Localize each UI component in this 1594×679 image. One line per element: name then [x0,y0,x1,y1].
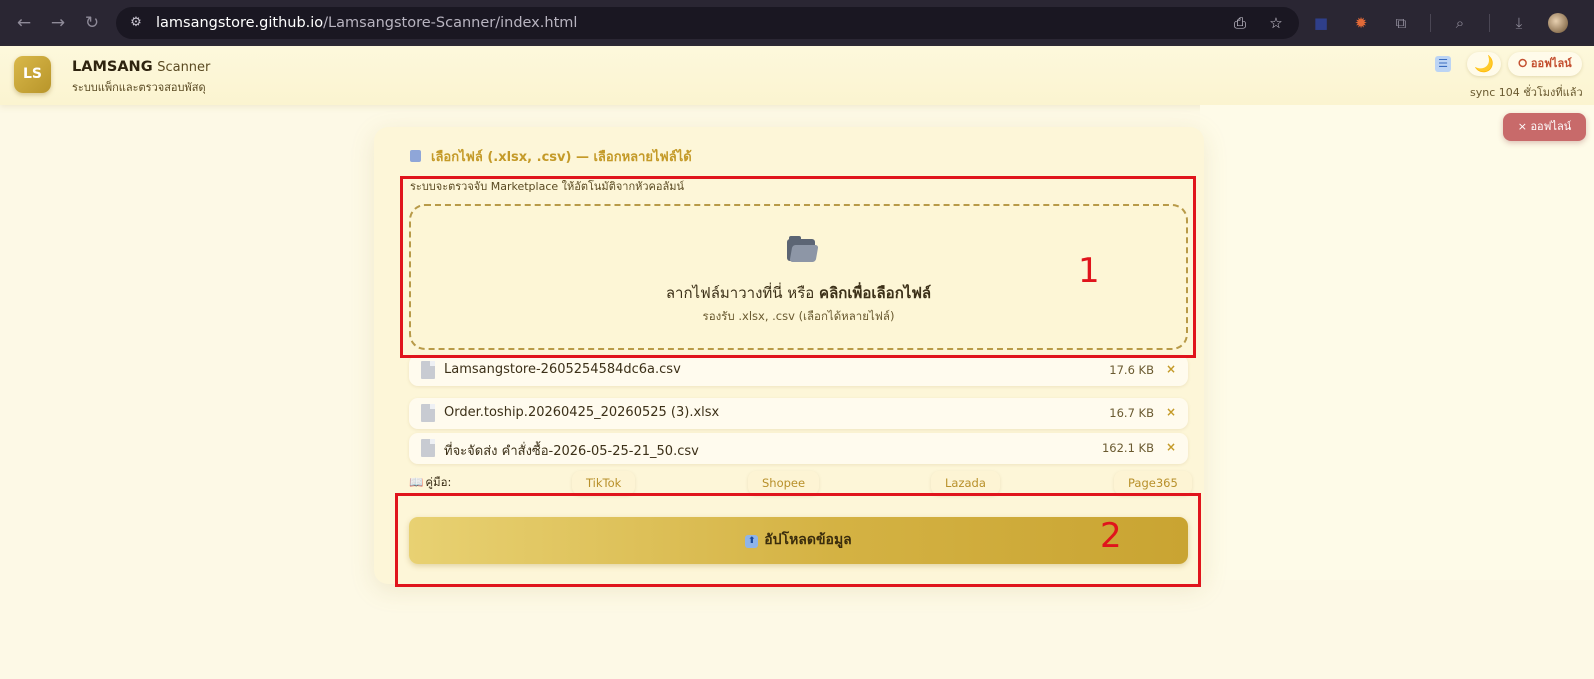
guide-lazada-button[interactable]: Lazada [931,471,1000,495]
remove-file-icon[interactable]: × [1166,440,1176,454]
brand-title: LAMSANG Scanner [72,59,210,75]
app-logo: LS [14,56,51,93]
url-host: lamsangstore.github.io [156,15,324,31]
download-icon[interactable]: ⤓ [1508,11,1530,35]
extensions-puzzle-icon[interactable]: ⧉ [1390,11,1412,35]
remove-file-icon[interactable]: × [1166,405,1176,419]
file-list-item: Order.toship.20260425_20260525 (3).xlsx … [409,398,1188,429]
file-name: Order.toship.20260425_20260525 (3).xlsx [444,405,720,420]
toolbar-divider [1430,14,1431,32]
site-settings-icon[interactable]: ⚙ [126,13,146,33]
card-title: เลือกไฟล์ (.xlsx, .csv) — เลือกหลายไฟล์ไ… [410,146,692,167]
offline-toast[interactable]: × ออฟไลน์ [1503,113,1586,141]
guide-page365-button[interactable]: Page365 [1114,471,1192,495]
extension-sun-icon[interactable]: ✹ [1350,11,1372,35]
tab-search-icon[interactable]: ⌕ [1449,11,1471,35]
brand-tagline: ระบบแพ็กและตรวจสอบพัสดุ [72,81,206,94]
address-bar[interactable]: ⚙ lamsangstore.github.io/Lamsangstore-Sc… [116,7,1299,39]
background-panel [1200,105,1594,580]
toolbar-divider [1489,14,1490,32]
list-icon[interactable]: ☰ [1435,56,1451,72]
reload-icon[interactable]: ↻ [80,11,104,35]
highlight-box-upload [395,493,1201,587]
browser-toolbar: ← → ↻ ⚙ lamsangstore.github.io/Lamsangst… [0,0,1594,46]
brand-name: LAMSANG [72,59,153,75]
guide-label: 📖 คู่มือ: [409,474,451,492]
url-path: /Lamsangstore-Scanner/index.html [323,15,578,31]
highlight-box-dropzone [400,176,1196,358]
card-title-text: เลือกไฟล์ (.xlsx, .csv) — เลือกหลายไฟล์ไ… [431,150,692,165]
forward-icon[interactable]: → [46,11,70,35]
guide-shopee-button[interactable]: Shopee [748,471,820,495]
profile-avatar[interactable] [1548,13,1568,33]
extension-shield-icon[interactable]: ■ [1310,11,1332,35]
install-app-icon[interactable]: ⎙ [1229,12,1251,34]
sync-status: sync 104 ชั่วโมงที่แล้ว [1470,86,1583,99]
annotation-label-2: 2 [1100,516,1122,556]
file-list-item: Lamsangstore-2605254584dc6a.csv 17.6 KB … [409,355,1188,386]
annotation-label-1: 1 [1078,251,1100,291]
offline-status-button[interactable]: ⭘ ออฟไลน์ [1508,52,1582,76]
bookmark-star-icon[interactable]: ☆ [1265,12,1287,34]
theme-toggle-moon-icon[interactable]: 🌙 [1467,52,1501,76]
book-icon: 📖 [409,475,424,489]
file-list-item: ที่จะจัดส่ง คำสั่งซื้อ-2026-05-25-21_50.… [409,433,1188,464]
file-size: 17.6 KB [1109,363,1154,377]
brand-suffix: Scanner [157,60,211,75]
file-icon [421,404,435,422]
back-icon[interactable]: ← [12,11,36,35]
remove-file-icon[interactable]: × [1166,362,1176,376]
document-icon [410,150,421,162]
file-icon [421,439,435,457]
file-size: 162.1 KB [1101,441,1154,455]
guide-label-text: คู่มือ: [425,475,452,489]
kebab-menu-icon[interactable]: ⋮ [1586,11,1594,35]
file-size: 16.7 KB [1109,406,1154,420]
app-header: LS LAMSANG Scanner ระบบแพ็กและตรวจสอบพัส… [0,46,1594,105]
file-icon [421,361,435,379]
file-name: Lamsangstore-2605254584dc6a.csv [444,362,681,377]
file-name: ที่จะจัดส่ง คำสั่งซื้อ-2026-05-25-21_50.… [444,444,699,459]
url-text: lamsangstore.github.io/Lamsangstore-Scan… [156,15,577,31]
guide-tiktok-button[interactable]: TikTok [572,471,636,495]
